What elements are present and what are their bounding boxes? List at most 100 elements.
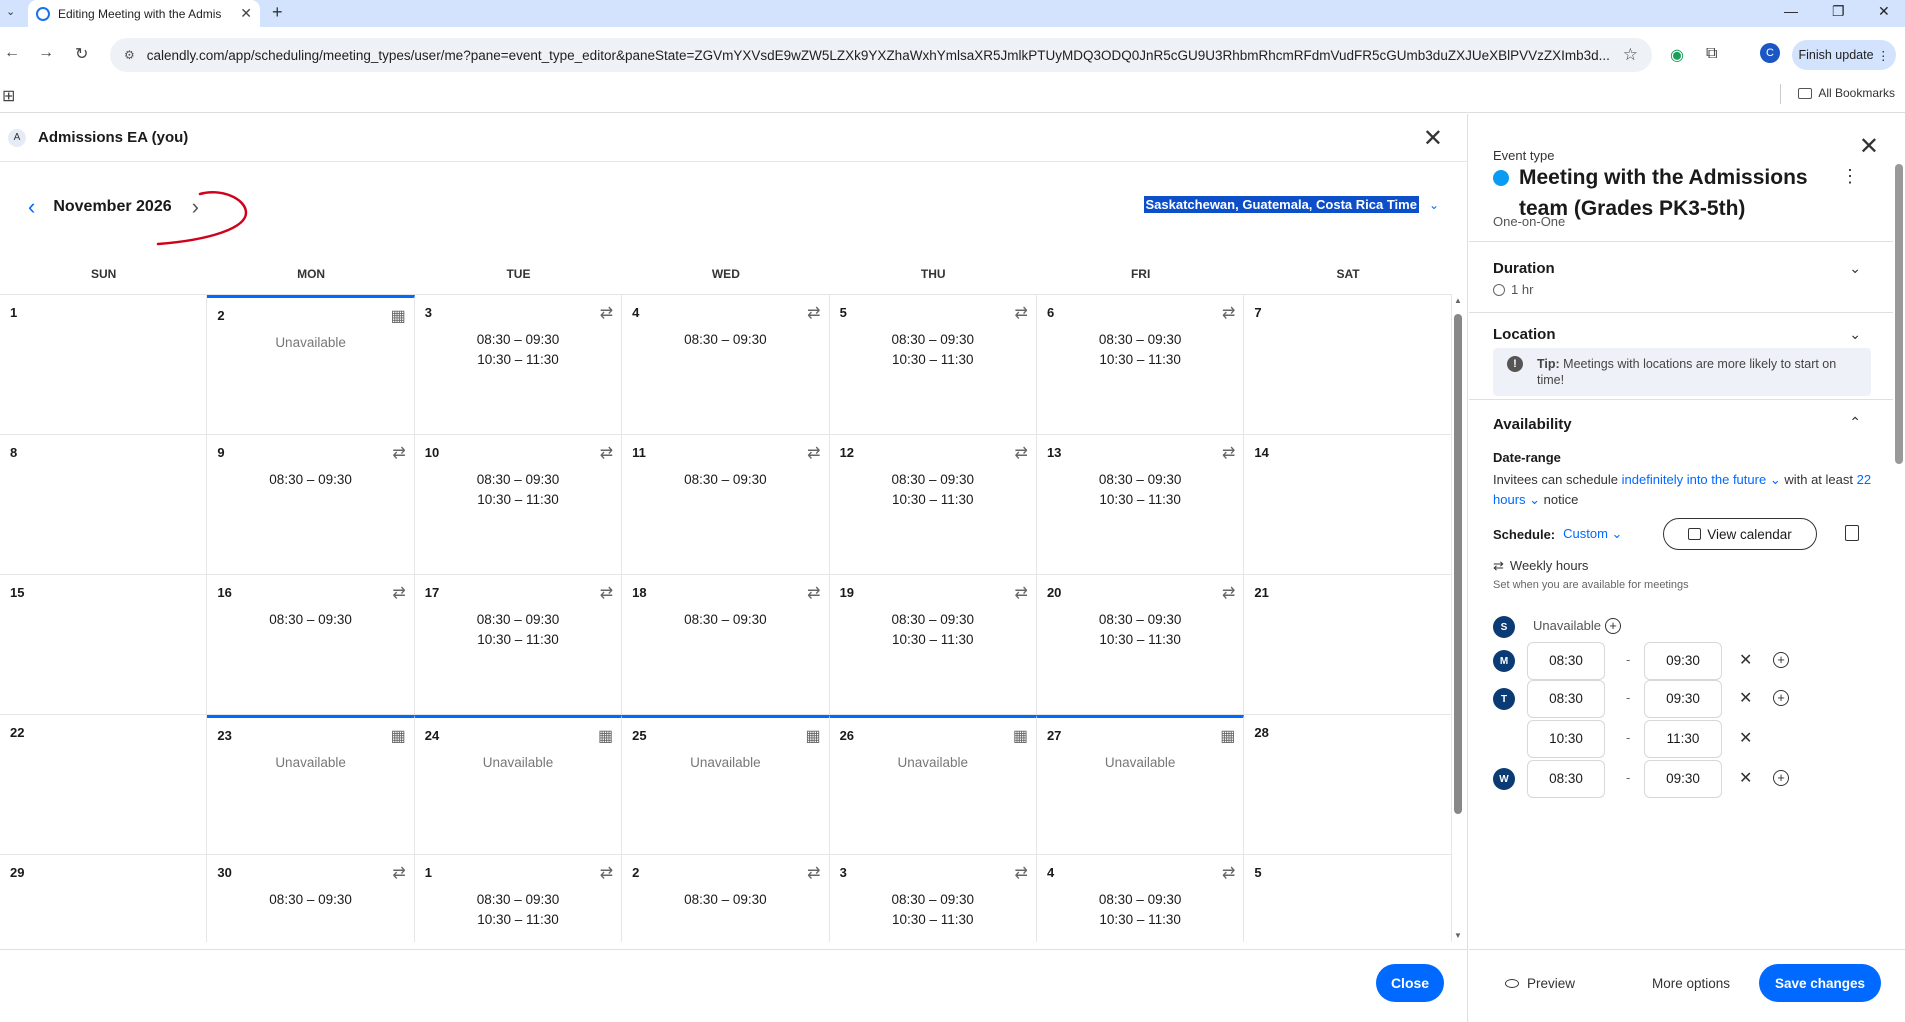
bookmark-star-icon[interactable]: ☆ — [1623, 45, 1638, 65]
day-cell[interactable]: 1 — [0, 295, 208, 435]
duration-chevron-down-icon[interactable]: ⌄ — [1849, 260, 1861, 277]
day-cell[interactable]: 2 ⇄ 08:30 – 09:30 — [622, 855, 830, 942]
end-time-input[interactable]: 09:30 — [1644, 760, 1722, 798]
day-cell[interactable]: 13 ⇄ 08:30 – 09:30 10:30 – 11:30 — [1037, 435, 1245, 575]
forward-icon[interactable]: → — [38, 44, 54, 62]
event-more-icon[interactable]: ⋮ — [1841, 166, 1859, 187]
finish-update-button[interactable]: Finish update ⋮ — [1792, 40, 1896, 70]
day-cell[interactable]: 16 ⇄ 08:30 – 09:30 — [207, 575, 415, 715]
end-time-input[interactable]: 11:30 — [1644, 720, 1722, 758]
day-cell[interactable]: 18 ⇄ 08:30 – 09:30 — [622, 575, 830, 715]
profile-avatar[interactable]: C — [1760, 43, 1780, 63]
day-cell[interactable]: 6 ⇄ 08:30 – 09:30 10:30 – 11:30 — [1037, 295, 1245, 435]
date-range-dropdown[interactable]: indefinitely into the future ⌄ — [1622, 472, 1781, 487]
day-cell[interactable]: 11 ⇄ 08:30 – 09:30 — [622, 435, 830, 575]
remove-interval-icon[interactable]: ✕ — [1739, 688, 1752, 708]
repeat-icon: ⇄ — [392, 865, 406, 882]
duration-title[interactable]: Duration — [1493, 260, 1555, 277]
minimize-icon[interactable]: — — [1784, 3, 1798, 19]
day-cell[interactable]: 12 ⇄ 08:30 – 09:30 10:30 – 11:30 — [830, 435, 1037, 575]
remove-interval-icon[interactable]: ✕ — [1739, 728, 1752, 748]
editor-scroll-thumb[interactable] — [1895, 164, 1903, 464]
day-cell[interactable]: 28 — [1244, 715, 1452, 855]
new-tab-icon[interactable]: + — [272, 2, 283, 23]
add-interval-icon[interactable]: + — [1773, 652, 1789, 668]
location-title[interactable]: Location — [1493, 326, 1556, 343]
day-cell[interactable]: 4 ⇄ 08:30 – 09:30 — [622, 295, 830, 435]
preview-button[interactable]: Preview — [1505, 976, 1575, 991]
calendar-close-icon[interactable]: ✕ — [1423, 124, 1443, 153]
url-text[interactable]: calendly.com/app/scheduling/meeting_type… — [147, 48, 1615, 63]
reload-icon[interactable]: ↻ — [75, 44, 88, 64]
add-interval-icon[interactable]: + — [1773, 770, 1789, 786]
save-changes-button[interactable]: Save changes — [1759, 964, 1881, 1002]
day-cell[interactable]: 15 — [0, 575, 208, 715]
day-cell[interactable]: 24 ▦ Unavailable — [414, 715, 623, 855]
tab-search-icon[interactable]: ⌄ — [6, 5, 15, 18]
day-cell[interactable]: 21 — [1244, 575, 1452, 715]
add-interval-icon[interactable]: + — [1773, 690, 1789, 706]
day-cell[interactable]: 5 ⇄ 08:30 – 09:30 10:30 – 11:30 — [830, 295, 1037, 435]
location-chevron-down-icon[interactable]: ⌄ — [1849, 326, 1861, 343]
tab-close-icon[interactable]: ✕ — [240, 5, 252, 22]
site-settings-icon[interactable]: ⚙ — [124, 48, 135, 62]
timezone-selector[interactable]: Saskatchewan, Guatemala, Costa Rica Time… — [1143, 196, 1439, 213]
window-close-icon[interactable]: ✕ — [1878, 3, 1890, 20]
back-icon[interactable]: ← — [4, 44, 20, 62]
remove-interval-icon[interactable]: ✕ — [1739, 650, 1752, 670]
day-slots: 08:30 – 09:30 10:30 – 11:30 — [1037, 330, 1243, 370]
browser-tab[interactable]: Editing Meeting with the Admis ✕ — [28, 0, 260, 27]
day-cell[interactable]: 20 ⇄ 08:30 – 09:30 10:30 – 11:30 — [1037, 575, 1245, 715]
calendar-scrollbar[interactable]: ▲ ▼ — [1452, 294, 1464, 942]
start-time-input[interactable]: 08:30 — [1527, 680, 1605, 718]
day-cell[interactable]: 1 ⇄ 08:30 – 09:30 10:30 – 11:30 — [415, 855, 623, 942]
day-cell[interactable]: 4 ⇄ 08:30 – 09:30 10:30 – 11:30 — [1037, 855, 1245, 942]
availability-chevron-up-icon[interactable]: ⌃ — [1849, 414, 1861, 431]
day-cell[interactable]: 8 — [0, 435, 208, 575]
add-interval-icon[interactable]: + — [1605, 618, 1621, 634]
copy-icon[interactable] — [1845, 525, 1859, 541]
start-time-input[interactable]: 08:30 — [1527, 642, 1605, 680]
time-slot: 10:30 – 11:30 — [1099, 492, 1181, 507]
scroll-up-icon[interactable]: ▲ — [1454, 296, 1462, 305]
prev-month-icon[interactable]: ‹ — [28, 194, 35, 220]
day-cell[interactable]: 3 ⇄ 08:30 – 09:30 10:30 – 11:30 — [415, 295, 623, 435]
all-bookmarks-button[interactable]: All Bookmarks — [1798, 86, 1895, 100]
day-cell[interactable]: 26 ▦ Unavailable — [829, 715, 1037, 855]
start-time-input[interactable]: 08:30 — [1527, 760, 1605, 798]
end-time-input[interactable]: 09:30 — [1644, 680, 1722, 718]
day-cell[interactable]: 7 — [1244, 295, 1452, 435]
start-time-input[interactable]: 10:30 — [1527, 720, 1605, 758]
day-cell[interactable]: 2 ▦ Unavailable — [207, 295, 415, 435]
editor-close-icon[interactable]: ✕ — [1859, 132, 1879, 161]
scroll-down-icon[interactable]: ▼ — [1454, 931, 1462, 940]
address-bar[interactable]: ⚙ calendly.com/app/scheduling/meeting_ty… — [110, 38, 1652, 72]
day-cell[interactable]: 22 — [0, 715, 208, 855]
grammarly-extension-icon[interactable]: ◉ — [1670, 45, 1684, 65]
day-cell[interactable]: 9 ⇄ 08:30 – 09:30 — [207, 435, 415, 575]
day-cell[interactable]: 19 ⇄ 08:30 – 09:30 10:30 – 11:30 — [830, 575, 1037, 715]
day-cell[interactable]: 27 ▦ Unavailable — [1036, 715, 1245, 855]
day-cell[interactable]: 5 — [1244, 855, 1452, 942]
apps-grid-icon[interactable]: ⊞ — [2, 86, 15, 106]
editor-footer: Preview More options Save changes — [1469, 949, 1905, 1022]
day-cell[interactable]: 25 ▦ Unavailable — [622, 715, 830, 855]
restore-icon[interactable]: ❐ — [1832, 3, 1845, 20]
day-cell[interactable]: 17 ⇄ 08:30 – 09:30 10:30 – 11:30 — [415, 575, 623, 715]
day-cell[interactable]: 10 ⇄ 08:30 – 09:30 10:30 – 11:30 — [415, 435, 623, 575]
scroll-thumb[interactable] — [1454, 314, 1462, 814]
editor-scrollbar[interactable] — [1893, 154, 1905, 944]
day-cell[interactable]: 29 — [0, 855, 208, 942]
availability-title[interactable]: Availability — [1493, 416, 1572, 433]
day-cell[interactable]: 14 — [1244, 435, 1452, 575]
view-calendar-button[interactable]: View calendar — [1663, 518, 1817, 550]
day-cell[interactable]: 30 ⇄ 08:30 – 09:30 — [207, 855, 415, 942]
remove-interval-icon[interactable]: ✕ — [1739, 768, 1752, 788]
end-time-input[interactable]: 09:30 — [1644, 642, 1722, 680]
more-options-button[interactable]: More options — [1652, 976, 1730, 991]
schedule-dropdown[interactable]: Custom ⌄ — [1563, 526, 1622, 542]
close-button[interactable]: Close — [1376, 964, 1444, 1002]
day-cell[interactable]: 23 ▦ Unavailable — [207, 715, 415, 855]
day-cell[interactable]: 3 ⇄ 08:30 – 09:30 10:30 – 11:30 — [830, 855, 1037, 942]
extensions-puzzle-icon[interactable]: ⧉ — [1706, 45, 1717, 63]
